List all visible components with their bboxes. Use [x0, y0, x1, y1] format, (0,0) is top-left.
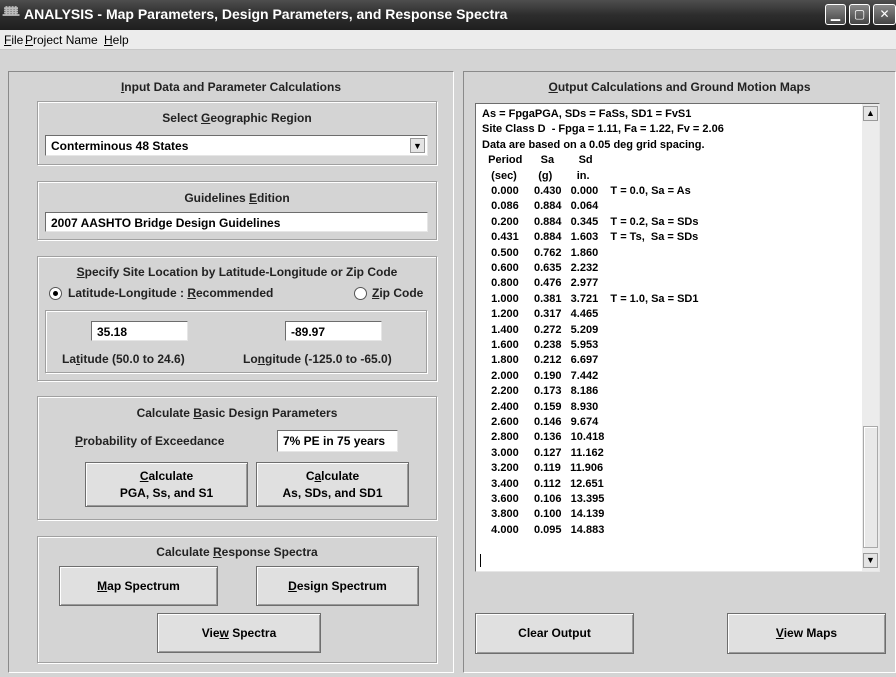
- minimize-icon: ▁: [830, 7, 841, 21]
- minimize-button[interactable]: ▁: [825, 4, 846, 25]
- output-line: (sec) (g) in.: [482, 169, 590, 182]
- latlon-radio[interactable]: [49, 287, 62, 300]
- latitude-label: Latitude (50.0 to 24.6): [62, 352, 185, 366]
- output-textarea[interactable]: As = FpgaPGA, SDs = FaSs, SD1 = FvS1 Site…: [475, 103, 880, 572]
- view-spectra-button[interactable]: View Spectra: [157, 613, 321, 653]
- probability-label: Probability of Exceedance: [75, 434, 225, 448]
- output-line: 2.400 0.159 8.930: [482, 400, 599, 413]
- text-cursor: [480, 554, 481, 567]
- guidelines-field[interactable]: 2007 AASHTO Bridge Design Guidelines: [45, 212, 428, 232]
- site-location-heading: Specify Site Location by Latitude-Longit…: [76, 265, 398, 279]
- output-line: 1.600 0.238 5.953: [482, 339, 599, 351]
- output-line: 1.400 0.272 5.209: [482, 323, 599, 336]
- output-line: 0.800 0.476 2.977: [482, 277, 599, 290]
- output-line: 0.600 0.635 2.232: [482, 262, 599, 274]
- response-spectra-heading: Calculate Response Spectra: [156, 545, 318, 559]
- output-line: 0.086 0.884 0.064: [482, 200, 599, 213]
- menu-file[interactable]: File: [4, 33, 23, 47]
- close-icon: ✕: [879, 7, 890, 21]
- output-line: 1.000 0.381 3.721 T = 1.0, Sa = SD1: [482, 292, 699, 305]
- zip-radio-label[interactable]: Zip Code: [372, 286, 423, 300]
- output-line: 2.800 0.136 10.418: [482, 431, 605, 444]
- close-button[interactable]: ✕: [873, 4, 896, 25]
- output-line: 0.000 0.430 0.000 T = 0.0, Sa = As: [482, 185, 691, 197]
- design-spectrum-button[interactable]: Design Spectrum: [256, 566, 419, 606]
- output-panel-heading: Output Calculations and Ground Motion Ma…: [548, 80, 811, 94]
- region-heading: Select Geographic Region: [162, 111, 312, 125]
- output-line: 3.600 0.106 13.395: [482, 493, 605, 505]
- title-bar: ᚙ ANALYSIS - Map Parameters, Design Para…: [0, 0, 896, 30]
- latitude-input[interactable]: 35.18: [91, 321, 188, 341]
- longitude-label: Longitude (-125.0 to -65.0): [243, 352, 392, 366]
- output-line: 0.500 0.762 1.860: [482, 246, 599, 259]
- output-line: 2.000 0.190 7.442: [482, 369, 599, 382]
- output-line: Site Class D - Fpga = 1.11, Fa = 1.22, F…: [482, 123, 724, 136]
- scroll-thumb[interactable]: [863, 426, 878, 548]
- maximize-icon: ▢: [853, 7, 866, 21]
- output-line: 2.200 0.173 8.186: [482, 385, 599, 398]
- output-line: 4.000 0.095 14.883: [482, 523, 605, 536]
- scroll-up-icon[interactable]: ▲: [863, 106, 878, 121]
- calculate-as-sds-button[interactable]: Calculate As, SDs, and SD1: [256, 462, 409, 507]
- basic-params-heading: Calculate Basic Design Parameters: [136, 406, 338, 420]
- maximize-button[interactable]: ▢: [849, 4, 870, 25]
- output-line: As = FpgaPGA, SDs = FaSs, SD1 = FvS1: [482, 108, 692, 120]
- output-line: 3.400 0.112 12.651: [482, 477, 604, 490]
- vertical-scrollbar[interactable]: ▲ ▼: [862, 104, 879, 571]
- dropdown-arrow-icon[interactable]: ▼: [410, 138, 425, 153]
- clear-output-button[interactable]: Clear Output: [475, 613, 634, 654]
- output-line: 3.000 0.127 11.162: [482, 446, 604, 459]
- output-line: Data are based on a 0.05 deg grid spacin…: [482, 138, 705, 151]
- probability-input[interactable]: 7% PE in 75 years: [277, 430, 398, 452]
- guidelines-heading: Guidelines Edition: [184, 191, 290, 205]
- zip-radio[interactable]: [354, 287, 367, 300]
- calculate-pga-button[interactable]: Calculate PGA, Ss, and S1: [85, 462, 248, 507]
- output-line: 0.431 0.884 1.603 T = Ts, Sa = SDs: [482, 231, 699, 244]
- latlon-radio-label[interactable]: Latitude-Longitude : Recommended: [68, 286, 273, 300]
- window-title: ANALYSIS - Map Parameters, Design Parame…: [24, 6, 508, 22]
- app-icon: ᚙ: [3, 6, 20, 22]
- scroll-down-icon[interactable]: ▼: [863, 553, 878, 568]
- region-select[interactable]: Conterminous 48 States ▼: [45, 135, 428, 156]
- longitude-input[interactable]: -89.97: [285, 321, 382, 341]
- output-line: 2.600 0.146 9.674: [482, 416, 599, 428]
- menu-help[interactable]: Help: [104, 33, 129, 47]
- output-line: 3.200 0.119 11.906: [482, 462, 604, 475]
- output-line: 3.800 0.100 14.139: [482, 508, 605, 521]
- output-line: Period Sa Sd: [482, 154, 593, 167]
- output-line: 1.800 0.212 6.697: [482, 354, 599, 367]
- menu-bar: File Project Name Help: [0, 30, 896, 50]
- view-maps-button[interactable]: View Maps: [727, 613, 886, 654]
- input-panel-heading: Input Data and Parameter Calculations: [120, 80, 342, 94]
- output-line: 1.200 0.317 4.465: [482, 308, 599, 321]
- output-line: 0.200 0.884 0.345 T = 0.2, Sa = SDs: [482, 215, 699, 228]
- menu-project-name[interactable]: Project Name: [25, 33, 98, 47]
- map-spectrum-button[interactable]: Map Spectrum: [59, 566, 218, 606]
